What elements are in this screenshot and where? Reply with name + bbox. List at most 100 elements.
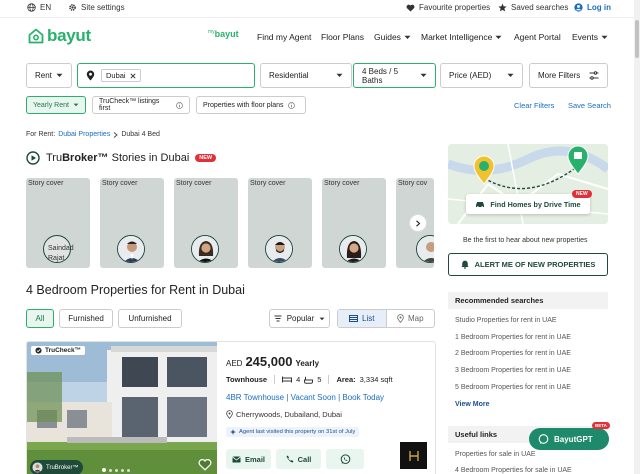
location-search-input[interactable]: Dubai: [77, 63, 255, 88]
view-list-button[interactable]: List: [338, 310, 387, 327]
list-icon: [349, 315, 359, 322]
recommended-link[interactable]: 2 Bedroom Properties for rent in UAE: [455, 350, 571, 357]
bayut-logo[interactable]: bayut: [28, 26, 91, 46]
chevron-down-icon: [601, 35, 608, 40]
listing-card[interactable]: TruCheck™ TruBroker™ AED 245,000 Yearly …: [26, 341, 436, 474]
breadcrumb-dubai-properties[interactable]: Dubai Properties: [58, 131, 110, 138]
logo-house-icon: [28, 28, 44, 44]
sort-value: Popular: [286, 314, 315, 323]
recommended-link[interactable]: 1 Bedroom Properties for rent in UAE: [455, 334, 571, 341]
bayutgpt-button[interactable]: BayutGPT: [529, 428, 609, 450]
page-scrollbar[interactable]: [634, 0, 640, 474]
area-value: 3,334 sqft: [359, 375, 393, 384]
divider: [274, 375, 276, 384]
scrollbar-thumb[interactable]: [635, 20, 639, 58]
mybayut-logo[interactable]: mybayut: [208, 29, 239, 39]
avatar: [265, 235, 293, 263]
more-filters-button[interactable]: More Filters: [529, 63, 608, 88]
chevron-down-icon: [495, 35, 502, 40]
category-select[interactable]: Residential: [260, 63, 352, 88]
new-badge: NEW: [572, 190, 592, 198]
clear-filters-link[interactable]: Clear Filters: [514, 101, 554, 110]
floor-plans-toggle[interactable]: Properties with floor plans: [196, 96, 306, 114]
stories-next-button[interactable]: [409, 214, 427, 232]
avatar: [117, 235, 145, 263]
find-homes-drive-time-button[interactable]: Find Homes by Drive Time: [466, 194, 590, 214]
more-filters-label: More Filters: [538, 71, 581, 80]
recommended-link[interactable]: Studio Properties for rent in UAE: [455, 317, 557, 324]
call-label: Call: [297, 454, 312, 464]
useful-link[interactable]: Properties for sale in UAE: [455, 451, 536, 458]
drive-time-map-card[interactable]: Find Homes by Drive Time NEW: [448, 144, 608, 224]
avatar-alt-text: Saindad Rajat: [48, 245, 74, 262]
saved-searches-label: Saved searches: [511, 3, 569, 12]
site-settings-label: Site settings: [81, 3, 125, 12]
whatsapp-button[interactable]: [326, 449, 364, 469]
story-card[interactable]: Story cover: [174, 178, 238, 268]
price-select[interactable]: Price (AED): [440, 63, 523, 88]
story-card[interactable]: Story cover Saindad Rajat: [26, 178, 90, 268]
nav-agent-portal[interactable]: Agent Portal: [514, 32, 561, 42]
trubroker-label: TruBroker™: [46, 464, 79, 471]
location-pin-icon: [226, 410, 233, 419]
check-badge-icon: [35, 347, 42, 354]
saved-searches-link[interactable]: Saved searches: [498, 3, 568, 12]
favourite-properties-link[interactable]: Favourite properties: [406, 3, 490, 12]
yearly-rent-select[interactable]: Yearly Rent: [26, 96, 86, 114]
email-button[interactable]: Email: [226, 449, 271, 469]
tab-all[interactable]: All: [26, 309, 54, 328]
avatar: [339, 235, 367, 263]
language-selector[interactable]: EN: [27, 3, 51, 12]
story-card[interactable]: Story cover: [322, 178, 386, 268]
globe-icon: [27, 3, 36, 12]
category-value: Residential: [269, 71, 309, 80]
save-search-link[interactable]: Save Search: [568, 101, 611, 110]
caret-down-icon: [420, 73, 427, 78]
listing-headline[interactable]: 4BR Townhouse | Vacant Soon | Book Today: [226, 393, 384, 402]
beds-baths-value: 4 Beds / 5 Baths: [362, 66, 399, 85]
remove-chip-icon[interactable]: [130, 72, 136, 79]
view-map-button[interactable]: Map: [387, 310, 435, 327]
trucheck-first-toggle[interactable]: TruCheck™ listings first: [92, 96, 190, 114]
photo-dot: [121, 468, 124, 472]
email-label: Email: [244, 454, 265, 464]
story-card[interactable]: Story cover: [248, 178, 312, 268]
purpose-select[interactable]: Rent: [26, 63, 72, 88]
car-icon: [475, 201, 485, 208]
recommended-searches-heading: Recommended searches: [448, 292, 608, 309]
nav-find-agent[interactable]: Find my Agent: [257, 32, 311, 42]
stories-title-suffix: Stories in Dubai: [108, 152, 190, 164]
story-caption: Story cover: [102, 180, 138, 187]
language-label: EN: [40, 3, 52, 12]
tab-unfurnished[interactable]: Unfurnished: [118, 309, 182, 328]
site-settings-link[interactable]: Site settings: [68, 3, 125, 12]
nav-floor-plans[interactable]: Floor Plans: [321, 32, 364, 42]
nav-events-label: Events: [572, 32, 598, 42]
price-value: 245,000: [245, 354, 293, 369]
favourite-heart-icon[interactable]: [198, 458, 212, 471]
alert-new-properties-button[interactable]: ALERT ME OF NEW PROPERTIES: [448, 253, 608, 276]
tab-furnished[interactable]: Furnished: [59, 309, 113, 328]
useful-link[interactable]: 4 Bedroom Properties for sale in UAE: [455, 467, 572, 474]
nav-guides-label: Guides: [374, 32, 401, 42]
recommended-link[interactable]: 5 Bedroom Properties for rent in UAE: [455, 384, 571, 391]
info-icon: [287, 101, 295, 109]
agency-logo[interactable]: [400, 442, 427, 469]
call-button[interactable]: Call: [276, 449, 321, 469]
sort-icon: [274, 315, 282, 322]
nav-events[interactable]: Events: [572, 32, 608, 42]
nav-guides[interactable]: Guides: [374, 32, 411, 42]
login-link[interactable]: Log in: [574, 3, 611, 12]
listing-photo[interactable]: TruCheck™ TruBroker™: [27, 342, 217, 474]
view-more-link[interactable]: View More: [455, 401, 490, 408]
photo-dot-active: [102, 468, 106, 472]
story-card[interactable]: Story cover: [100, 178, 164, 268]
photo-dots[interactable]: [102, 468, 130, 472]
beds-count: 4: [296, 375, 301, 384]
sort-select[interactable]: Popular: [269, 309, 330, 328]
recommended-link[interactable]: 3 Bedroom Properties for rent in UAE: [455, 367, 571, 374]
beds-baths-select[interactable]: 4 Beds / 5 Baths: [353, 63, 436, 88]
alert-lead-text: Be the first to hear about new propertie…: [463, 237, 588, 244]
nav-market-intelligence[interactable]: Market Intelligence: [421, 32, 502, 42]
story-caption: Story cover: [28, 180, 64, 187]
